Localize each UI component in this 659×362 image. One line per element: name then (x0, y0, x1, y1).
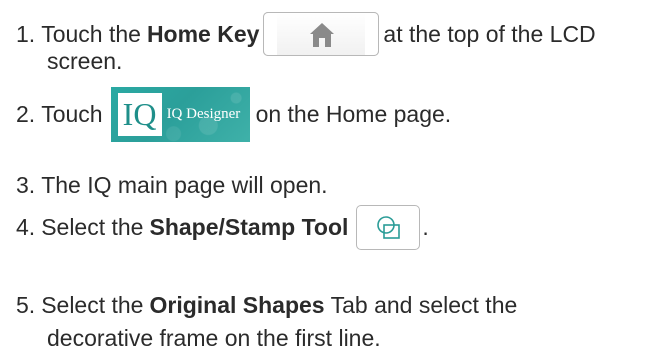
iq-designer-tile[interactable]: IQ IQ Designer (110, 86, 250, 142)
step-5-text-after: Tab and select the (330, 292, 518, 318)
step-2-text: Touch (41, 101, 103, 127)
shape-stamp-tool-label: Shape/Stamp Tool (149, 214, 349, 240)
step-1-number: 1. (16, 21, 36, 47)
home-key-label: Home Key (146, 21, 260, 47)
step-3-number: 3. (16, 172, 36, 198)
step-2-number: 2. (16, 101, 36, 127)
step-1-text-after: at the top of the LCD (383, 21, 596, 47)
step-5-continuation: decorative frame on the first line. (47, 325, 381, 351)
step-2: 2. Touch IQ IQ Designer on the Home page… (16, 86, 451, 142)
step-5-number: 5. (16, 292, 36, 318)
step-4-number: 4. (16, 214, 36, 240)
iq-designer-label: IQ Designer (166, 105, 241, 122)
step-4-period: . (422, 214, 429, 240)
instruction-steps: 1. Touch the Home Key at the top of the … (0, 0, 659, 362)
shape-stamp-tool-button[interactable] (356, 204, 421, 250)
home-icon (310, 23, 335, 47)
step-3: 3. The IQ main page will open. (16, 170, 328, 200)
step-5: 5. Select the Original Shapes Tab and se… (16, 290, 517, 320)
step-5-text: Select the (41, 292, 144, 318)
step-1-continuation: screen. (47, 48, 123, 74)
step-1-text: Touch the (41, 21, 141, 47)
step-2-text-after: on the Home page. (255, 101, 452, 127)
step-4: 4. Select the Shape/Stamp Tool . (16, 204, 429, 250)
original-shapes-label: Original Shapes (149, 292, 325, 318)
shape-stamp-icon (377, 215, 401, 239)
step-3-text: The IQ main page will open. (41, 172, 328, 198)
step-4-text: Select the (41, 214, 144, 240)
home-key-button[interactable] (263, 12, 380, 56)
iq-logo: IQ (117, 92, 162, 136)
